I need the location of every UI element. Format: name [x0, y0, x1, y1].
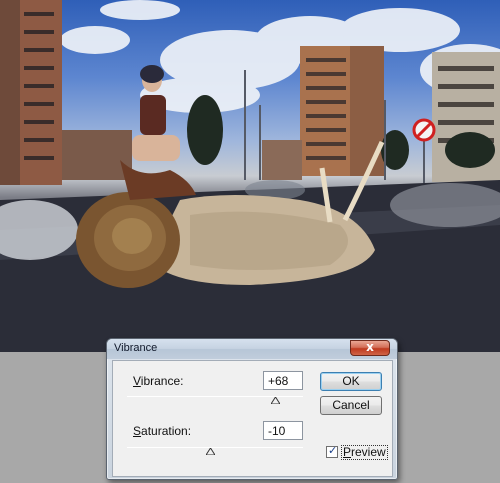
preview-checkbox[interactable]: ✓	[326, 445, 338, 458]
dialog-titlebar[interactable]: Vibrance x	[107, 339, 397, 359]
ok-button[interactable]: OK	[320, 372, 382, 391]
vibrance-slider-thumb[interactable]	[271, 397, 280, 404]
building-left	[0, 0, 62, 185]
dialog-body: Vibrance: +68 Saturation: -10 OK Cancel …	[112, 360, 393, 477]
vibrance-label: Vibrance:	[133, 374, 184, 388]
photo-canvas[interactable]	[0, 0, 500, 352]
saturation-slider-thumb[interactable]	[206, 448, 215, 455]
check-icon: ✓	[328, 445, 338, 457]
preview-label[interactable]: Preview	[341, 445, 388, 460]
cancel-button[interactable]: Cancel	[320, 396, 382, 415]
vibrance-value-input[interactable]: +68	[263, 371, 303, 390]
saturation-value-input[interactable]: -10	[263, 421, 303, 440]
building-center	[300, 46, 384, 176]
building-low-left	[62, 130, 132, 180]
photo-scene	[0, 0, 500, 352]
dialog-title: Vibrance	[114, 342, 158, 354]
close-button[interactable]: x	[350, 340, 390, 356]
vibrance-dialog: Vibrance x Vibrance: +68 Saturation: -10…	[106, 338, 398, 480]
building-low-mid	[262, 140, 302, 180]
saturation-label: Saturation:	[133, 424, 192, 438]
app-window: Vibrance x Vibrance: +68 Saturation: -10…	[0, 0, 500, 483]
saturation-slider-track[interactable]	[127, 447, 303, 448]
no-entry-sign-icon	[412, 118, 436, 142]
close-icon: x	[366, 340, 374, 354]
